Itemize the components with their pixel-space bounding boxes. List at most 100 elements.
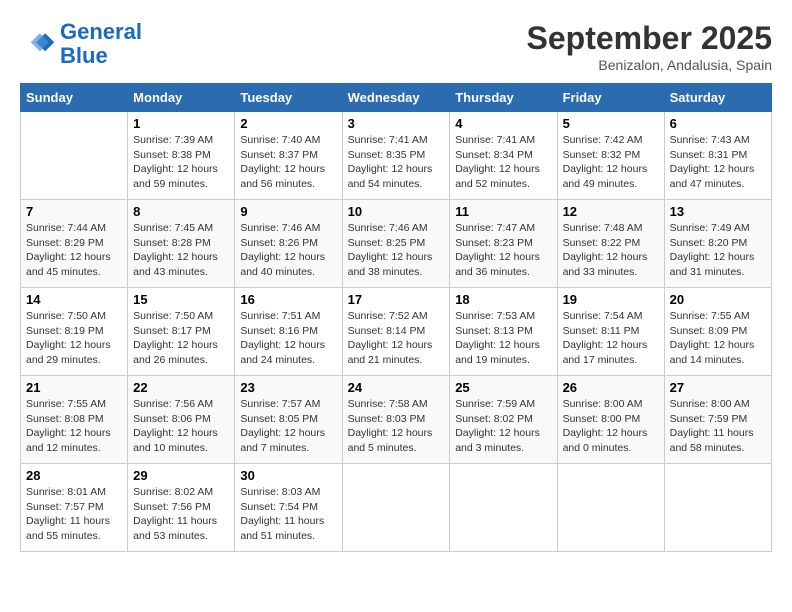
day-number: 19 [563,292,659,307]
day-cell: 4 Sunrise: 7:41 AM Sunset: 8:34 PM Daylig… [450,112,557,200]
day-number: 4 [455,116,551,131]
day-cell: 15 Sunrise: 7:50 AM Sunset: 8:17 PM Dayli… [128,288,235,376]
day-number: 28 [26,468,122,483]
day-number: 1 [133,116,229,131]
day-cell: 24Sunrise: 7:58 AM Sunset: 8:03 PM Dayli… [342,376,450,464]
day-number: 15 [133,292,229,307]
day-number: 30 [240,468,336,483]
day-number: 23 [240,380,336,395]
logo-icon [20,26,56,62]
day-number: 26 [563,380,659,395]
day-info: Sunrise: 7:40 AM Sunset: 8:37 PM Dayligh… [240,133,336,192]
day-info: Sunrise: 8:02 AM Sunset: 7:56 PM Dayligh… [133,485,229,544]
day-info: Sunrise: 7:51 AM Sunset: 8:16 PM Dayligh… [240,309,336,368]
day-number: 29 [133,468,229,483]
day-info: Sunrise: 7:48 AM Sunset: 8:22 PM Dayligh… [563,221,659,280]
logo: General Blue [20,20,142,68]
col-header-monday: Monday [128,84,235,112]
day-cell: 20 Sunrise: 7:55 AM Sunset: 8:09 PM Dayli… [664,288,771,376]
day-info: Sunrise: 7:39 AM Sunset: 8:38 PM Dayligh… [133,133,229,192]
day-cell: 6 Sunrise: 7:43 AM Sunset: 8:31 PM Daylig… [664,112,771,200]
day-cell: 26 Sunrise: 8:00 AM Sunset: 8:00 PM Dayli… [557,376,664,464]
day-number: 14 [26,292,122,307]
day-cell: 28 Sunrise: 8:01 AM Sunset: 7:57 PM Dayli… [21,464,128,552]
day-number: 7 [26,204,122,219]
day-info: Sunrise: 7:59 AM Sunset: 8:02 PM Dayligh… [455,397,551,456]
calendar-table: SundayMondayTuesdayWednesdayThursdayFrid… [20,83,772,552]
day-cell: 23 Sunrise: 7:57 AM Sunset: 8:05 PM Dayli… [235,376,342,464]
day-info: Sunrise: 7:47 AM Sunset: 8:23 PM Dayligh… [455,221,551,280]
day-cell: 27 Sunrise: 8:00 AM Sunset: 7:59 PM Dayli… [664,376,771,464]
day-info: Sunrise: 7:55 AM Sunset: 8:08 PM Dayligh… [26,397,122,456]
day-cell: 18 Sunrise: 7:53 AM Sunset: 8:13 PM Dayli… [450,288,557,376]
day-cell: 5 Sunrise: 7:42 AM Sunset: 8:32 PM Daylig… [557,112,664,200]
logo-text: General Blue [60,20,142,68]
day-cell: 7Sunrise: 7:44 AM Sunset: 8:29 PM Daylig… [21,200,128,288]
day-info: Sunrise: 7:55 AM Sunset: 8:09 PM Dayligh… [670,309,766,368]
day-info: Sunrise: 7:43 AM Sunset: 8:31 PM Dayligh… [670,133,766,192]
week-row-4: 21 Sunrise: 7:55 AM Sunset: 8:08 PM Dayli… [21,376,772,464]
week-row-3: 14 Sunrise: 7:50 AM Sunset: 8:19 PM Dayli… [21,288,772,376]
day-number: 8 [133,204,229,219]
header-row: SundayMondayTuesdayWednesdayThursdayFrid… [21,84,772,112]
page-header: General Blue September 2025 Benizalon, A… [20,20,772,73]
day-cell: 9Sunrise: 7:46 AM Sunset: 8:26 PM Daylig… [235,200,342,288]
day-info: Sunrise: 8:00 AM Sunset: 8:00 PM Dayligh… [563,397,659,456]
day-number: 2 [240,116,336,131]
logo-line2: Blue [60,43,108,68]
day-cell: 11 Sunrise: 7:47 AM Sunset: 8:23 PM Dayli… [450,200,557,288]
day-info: Sunrise: 7:53 AM Sunset: 8:13 PM Dayligh… [455,309,551,368]
day-number: 16 [240,292,336,307]
day-number: 20 [670,292,766,307]
week-row-2: 7Sunrise: 7:44 AM Sunset: 8:29 PM Daylig… [21,200,772,288]
day-cell: 30 Sunrise: 8:03 AM Sunset: 7:54 PM Dayli… [235,464,342,552]
col-header-saturday: Saturday [664,84,771,112]
day-number: 21 [26,380,122,395]
day-info: Sunrise: 7:54 AM Sunset: 8:11 PM Dayligh… [563,309,659,368]
day-info: Sunrise: 7:41 AM Sunset: 8:34 PM Dayligh… [455,133,551,192]
day-number: 27 [670,380,766,395]
day-info: Sunrise: 7:52 AM Sunset: 8:14 PM Dayligh… [348,309,445,368]
day-info: Sunrise: 7:42 AM Sunset: 8:32 PM Dayligh… [563,133,659,192]
day-info: Sunrise: 7:45 AM Sunset: 8:28 PM Dayligh… [133,221,229,280]
day-cell: 12Sunrise: 7:48 AM Sunset: 8:22 PM Dayli… [557,200,664,288]
day-info: Sunrise: 7:50 AM Sunset: 8:17 PM Dayligh… [133,309,229,368]
day-number: 25 [455,380,551,395]
col-header-friday: Friday [557,84,664,112]
day-cell [21,112,128,200]
day-info: Sunrise: 8:00 AM Sunset: 7:59 PM Dayligh… [670,397,766,456]
day-number: 6 [670,116,766,131]
day-info: Sunrise: 7:41 AM Sunset: 8:35 PM Dayligh… [348,133,445,192]
day-info: Sunrise: 7:46 AM Sunset: 8:25 PM Dayligh… [348,221,445,280]
day-number: 18 [455,292,551,307]
week-row-5: 28 Sunrise: 8:01 AM Sunset: 7:57 PM Dayli… [21,464,772,552]
day-cell: 17 Sunrise: 7:52 AM Sunset: 8:14 PM Dayli… [342,288,450,376]
day-info: Sunrise: 7:49 AM Sunset: 8:20 PM Dayligh… [670,221,766,280]
day-cell: 3 Sunrise: 7:41 AM Sunset: 8:35 PM Daylig… [342,112,450,200]
day-cell [450,464,557,552]
day-number: 17 [348,292,445,307]
location: Benizalon, Andalusia, Spain [527,57,772,73]
day-cell: 25 Sunrise: 7:59 AM Sunset: 8:02 PM Dayli… [450,376,557,464]
day-cell: 1 Sunrise: 7:39 AM Sunset: 8:38 PM Daylig… [128,112,235,200]
day-cell [342,464,450,552]
day-info: Sunrise: 8:01 AM Sunset: 7:57 PM Dayligh… [26,485,122,544]
col-header-wednesday: Wednesday [342,84,450,112]
day-cell: 14 Sunrise: 7:50 AM Sunset: 8:19 PM Dayli… [21,288,128,376]
day-cell: 10Sunrise: 7:46 AM Sunset: 8:25 PM Dayli… [342,200,450,288]
day-number: 9 [240,204,336,219]
day-number: 11 [455,204,551,219]
day-info: Sunrise: 8:03 AM Sunset: 7:54 PM Dayligh… [240,485,336,544]
day-cell: 22Sunrise: 7:56 AM Sunset: 8:06 PM Dayli… [128,376,235,464]
week-row-1: 1 Sunrise: 7:39 AM Sunset: 8:38 PM Daylig… [21,112,772,200]
day-cell: 13Sunrise: 7:49 AM Sunset: 8:20 PM Dayli… [664,200,771,288]
day-cell: 2 Sunrise: 7:40 AM Sunset: 8:37 PM Daylig… [235,112,342,200]
day-cell: 19 Sunrise: 7:54 AM Sunset: 8:11 PM Dayli… [557,288,664,376]
title-block: September 2025 Benizalon, Andalusia, Spa… [527,20,772,73]
day-number: 5 [563,116,659,131]
logo-line1: General [60,19,142,44]
day-info: Sunrise: 7:50 AM Sunset: 8:19 PM Dayligh… [26,309,122,368]
day-number: 3 [348,116,445,131]
month-title: September 2025 [527,20,772,57]
day-info: Sunrise: 7:57 AM Sunset: 8:05 PM Dayligh… [240,397,336,456]
